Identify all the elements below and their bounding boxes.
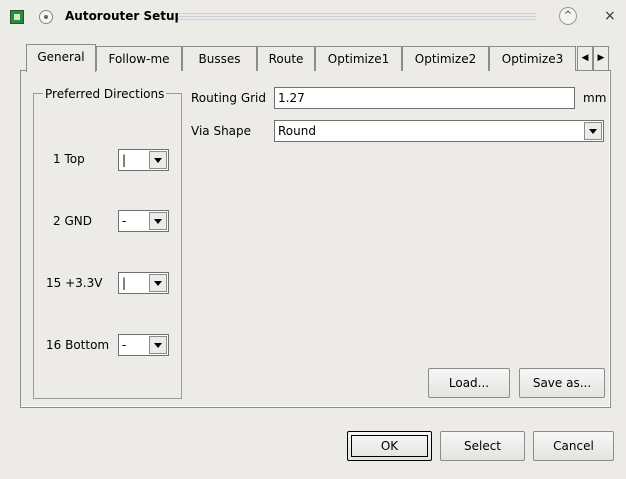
routing-grid-unit: mm bbox=[583, 91, 607, 105]
layer-label-3v3: 15 +3.3V bbox=[46, 276, 103, 290]
routing-grid-label: Routing Grid bbox=[191, 91, 267, 105]
tab-scroll-right-icon[interactable]: ▶ bbox=[593, 46, 609, 71]
chevron-down-icon[interactable] bbox=[149, 212, 167, 230]
maximize-icon[interactable]: ^ bbox=[559, 7, 577, 25]
via-shape-label: Via Shape bbox=[191, 124, 252, 138]
chevron-down-icon[interactable] bbox=[149, 151, 167, 169]
layer-direction-select-bottom[interactable]: - bbox=[118, 334, 169, 356]
tab-optimize1[interactable]: Optimize1 bbox=[315, 46, 402, 71]
layer-direction-select-3v3[interactable]: | bbox=[118, 272, 169, 294]
ok-button[interactable]: OK bbox=[347, 431, 432, 461]
combo-value: Round bbox=[278, 124, 316, 138]
chevron-down-icon[interactable] bbox=[149, 274, 167, 292]
save-as-button[interactable]: Save as... bbox=[519, 368, 605, 398]
cancel-button[interactable]: Cancel bbox=[533, 431, 614, 461]
layer-label-gnd: 2 GND bbox=[53, 214, 92, 228]
pin-icon[interactable] bbox=[39, 10, 53, 24]
app-icon bbox=[10, 10, 24, 24]
combo-value: | bbox=[122, 276, 127, 290]
layer-direction-select-top[interactable]: | bbox=[118, 149, 169, 171]
load-button[interactable]: Load... bbox=[428, 368, 510, 398]
combo-value: | bbox=[122, 153, 127, 167]
tab-general[interactable]: General bbox=[26, 44, 96, 72]
tab-busses[interactable]: Busses bbox=[182, 46, 257, 71]
layer-direction-select-gnd[interactable]: - bbox=[118, 210, 169, 232]
select-button[interactable]: Select bbox=[440, 431, 525, 461]
combo-value: - bbox=[122, 214, 127, 228]
tab-optimize3[interactable]: Optimize3 bbox=[489, 46, 576, 71]
tab-optimize2[interactable]: Optimize2 bbox=[402, 46, 489, 71]
via-shape-select[interactable]: Round bbox=[274, 120, 604, 142]
title-bar: Autorouter Setup ^ × bbox=[0, 0, 626, 33]
chevron-down-icon[interactable] bbox=[149, 336, 167, 354]
tab-scroll-left-icon[interactable]: ◀ bbox=[577, 46, 593, 71]
tab-follow-me[interactable]: Follow-me bbox=[96, 46, 182, 71]
combo-value: - bbox=[122, 338, 127, 352]
layer-label-top: 1 Top bbox=[53, 152, 85, 166]
layer-label-bottom: 16 Bottom bbox=[46, 338, 110, 352]
title-bar-grip bbox=[178, 11, 536, 21]
routing-grid-input[interactable]: 1.27 bbox=[274, 87, 575, 109]
tab-route[interactable]: Route bbox=[257, 46, 315, 71]
window-title: Autorouter Setup bbox=[65, 9, 184, 23]
preferred-directions-title: Preferred Directions bbox=[43, 87, 167, 101]
close-icon[interactable]: × bbox=[604, 8, 616, 24]
chevron-down-icon[interactable] bbox=[584, 122, 602, 140]
